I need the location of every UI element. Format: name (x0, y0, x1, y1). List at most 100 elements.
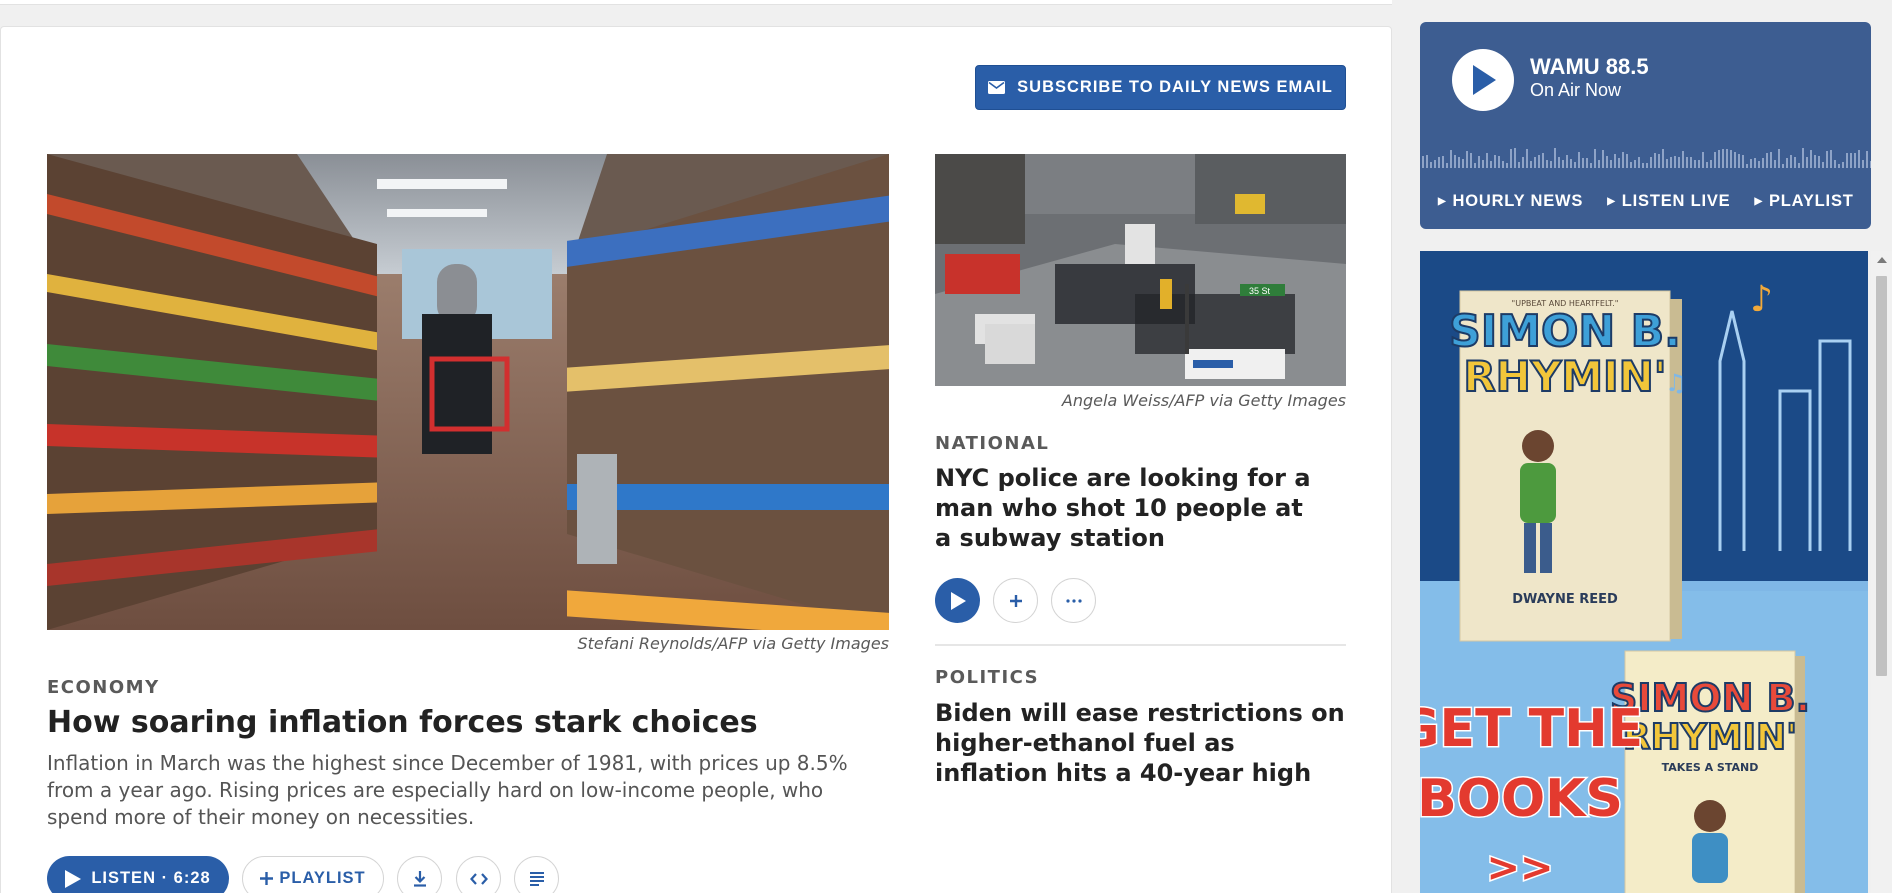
wave-bar (1674, 156, 1676, 168)
wave-bar (1430, 162, 1432, 168)
wave-bar (1682, 151, 1684, 168)
wave-bar (1546, 160, 1548, 168)
wave-bar (1750, 159, 1752, 168)
listen-live-link[interactable]: ▶ LISTEN LIVE (1607, 192, 1730, 211)
sequel-subtitle: TAKES A STAND (1662, 761, 1759, 774)
caret-right-icon: ▶ (1607, 196, 1616, 207)
wave-bar (1698, 160, 1700, 168)
wave-bar (1738, 154, 1740, 168)
listen-button[interactable]: LISTEN · 6:28 (47, 856, 229, 893)
wave-bar (1830, 150, 1832, 168)
wave-bar (1502, 161, 1504, 168)
story-2-headline[interactable]: NYC police are looking for a man who sho… (935, 463, 1325, 553)
wave-bar (1530, 161, 1532, 168)
wave-bar (1798, 163, 1800, 168)
story-2-kicker[interactable]: NATIONAL (935, 433, 1049, 454)
playlist-link[interactable]: ▶ PLAYLIST (1754, 192, 1853, 211)
wave-bar (1554, 148, 1556, 168)
lead-story-teaser: Inflation in March was the highest since… (47, 751, 848, 829)
advertisement[interactable]: SIMON B. RHYMIN' DWAYNE REED "UPBEAT AND… (1420, 251, 1868, 893)
story-2-credit: Angela Weiss/AFP via Getty Images (1061, 391, 1346, 410)
on-air-status: On Air Now (1530, 80, 1622, 100)
wave-bar (1746, 164, 1748, 168)
subscribe-label: SUBSCRIBE TO DAILY NEWS EMAIL (1017, 78, 1333, 96)
wave-bar (1858, 150, 1860, 168)
wave-bar (1762, 158, 1764, 168)
wave-bar (1770, 152, 1772, 168)
wave-bar (1590, 163, 1592, 168)
ad-cta-arrow: >> (1486, 845, 1553, 891)
wave-bar (1538, 155, 1540, 168)
wave-bar (1870, 161, 1871, 168)
lead-story-headline[interactable]: How soaring inflation forces stark choic… (47, 705, 758, 740)
wave-bar (1422, 156, 1424, 168)
embed-button[interactable] (456, 856, 501, 893)
story-2-more-button[interactable] (1051, 578, 1096, 623)
radio-play-button[interactable] (1452, 49, 1514, 111)
add-to-playlist-button[interactable]: PLAYLIST (242, 856, 384, 893)
hourly-news-label: HOURLY NEWS (1452, 192, 1584, 210)
wave-bar (1758, 161, 1760, 168)
story-2-play-button[interactable] (935, 578, 980, 623)
wave-bar (1442, 156, 1444, 168)
wave-bar (1534, 157, 1536, 168)
wave-bar (1622, 152, 1624, 168)
play-icon (65, 869, 82, 888)
code-icon (469, 872, 488, 885)
wave-bar (1426, 155, 1428, 168)
wave-bar (1722, 149, 1724, 168)
wave-bar (1498, 156, 1500, 168)
wave-bar (1822, 162, 1824, 168)
scroll-thumb[interactable] (1876, 276, 1887, 676)
wave-bar (1786, 158, 1788, 168)
music-note-icon: ♫ (1665, 369, 1687, 397)
wave-bar (1854, 153, 1856, 168)
transcript-button[interactable] (514, 856, 559, 893)
caret-right-icon: ▶ (1754, 196, 1763, 207)
ad-scrollbar[interactable] (1871, 251, 1892, 893)
wave-bar (1482, 160, 1484, 168)
wave-bar (1838, 164, 1840, 168)
wave-bar (1810, 150, 1812, 168)
wave-bar (1558, 157, 1560, 168)
wave-bar (1734, 152, 1736, 168)
wave-bar (1726, 149, 1728, 168)
wave-bar (1670, 157, 1672, 168)
music-note-icon: ♪ (1750, 279, 1773, 320)
wave-bar (1642, 163, 1644, 168)
plus-icon (260, 872, 274, 885)
wave-bar (1834, 160, 1836, 168)
wave-bar (1782, 164, 1784, 168)
scroll-up-arrow-icon[interactable] (1877, 257, 1887, 263)
transcript-icon (529, 871, 544, 886)
wave-bar (1666, 159, 1668, 168)
story-2-add-button[interactable] (993, 578, 1038, 623)
wave-bar (1710, 160, 1712, 168)
download-icon (413, 870, 426, 887)
wave-bar (1634, 160, 1636, 168)
lead-image-credit: Stefani Reynolds/AFP via Getty Images (577, 634, 889, 653)
wave-bar (1778, 149, 1780, 168)
download-button[interactable] (397, 856, 442, 893)
wave-bar (1510, 149, 1512, 168)
wave-bar (1842, 162, 1844, 168)
wave-bar (1794, 157, 1796, 168)
audio-wave-icon (1422, 148, 1871, 168)
story-2-image[interactable]: 35 St (935, 154, 1346, 386)
play-icon (950, 591, 966, 610)
lead-story-image[interactable] (47, 154, 889, 630)
wave-bar (1494, 155, 1496, 168)
wave-bar (1742, 155, 1744, 168)
lead-story-kicker[interactable]: ECONOMY (47, 677, 160, 698)
story-3-headline[interactable]: Biden will ease restrictions on higher-e… (935, 698, 1355, 788)
wave-bar (1514, 148, 1516, 168)
story-3-kicker[interactable]: POLITICS (935, 667, 1039, 688)
wave-bar (1826, 151, 1828, 168)
wave-bar (1566, 155, 1568, 168)
subscribe-button[interactable]: SUBSCRIBE TO DAILY NEWS EMAIL (975, 65, 1346, 110)
wave-bar (1562, 160, 1564, 168)
book-title-line1: SIMON B. (1449, 306, 1681, 357)
hourly-news-link[interactable]: ▶ HOURLY NEWS (1438, 192, 1583, 211)
playlist-label: PLAYLIST (279, 869, 366, 887)
wave-bar (1646, 163, 1648, 168)
